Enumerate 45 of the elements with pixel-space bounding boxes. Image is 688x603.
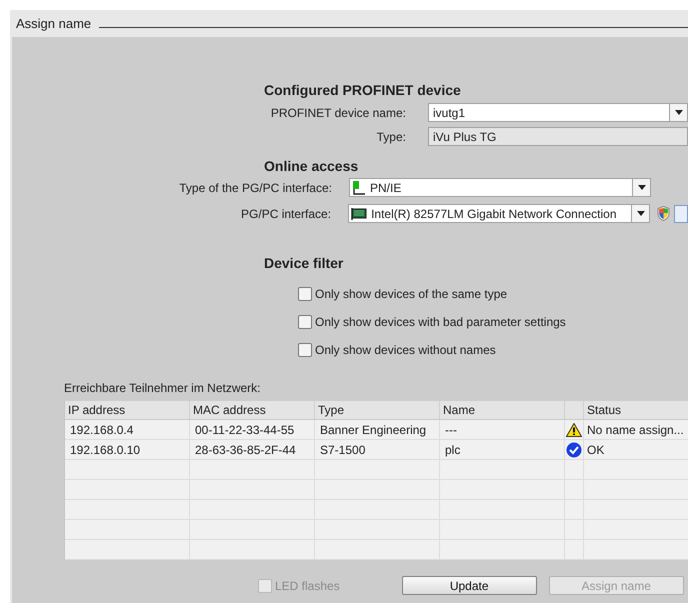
dialog-button[interactable]: Update bbox=[402, 576, 537, 595]
table-cell-text: 00-11-22-33-44-55 bbox=[195, 422, 294, 438]
table-cell-text: 192.168.0.4 bbox=[70, 422, 134, 438]
field-label: PROFINET device name: bbox=[270, 104, 406, 122]
column-header[interactable]: IP address bbox=[68, 401, 126, 419]
section-heading: Configured PROFINET device bbox=[264, 81, 462, 100]
shield-icon[interactable] bbox=[657, 206, 670, 221]
table-cell-text: 28-63-36-85-2F-44 bbox=[195, 442, 296, 458]
warning-icon bbox=[566, 422, 582, 436]
dropdown-caret-icon bbox=[638, 185, 646, 190]
diagnostics-icon[interactable] bbox=[674, 204, 688, 222]
checkbox[interactable] bbox=[298, 343, 312, 357]
field-label: Type: bbox=[376, 128, 406, 146]
section-heading: Device filter bbox=[264, 254, 344, 273]
table-cell-text: --- bbox=[445, 422, 457, 438]
dropdown-field[interactable]: Intel(R) 82577LM Gigabit Network Connection bbox=[348, 204, 650, 223]
column-header[interactable]: Status bbox=[587, 401, 622, 419]
readonly-field: iVu Plus TG bbox=[428, 127, 688, 146]
table-cell-text: Banner Engineering bbox=[320, 422, 426, 438]
dropdown-field[interactable]: PN/IE bbox=[349, 178, 651, 197]
column-header[interactable]: Name bbox=[443, 401, 476, 419]
table-cell-text: No name assign... bbox=[587, 422, 684, 438]
checkbox-label: Only show devices with bad parameter settings bbox=[315, 314, 566, 331]
table-cell-text: plc bbox=[445, 442, 460, 458]
field-label: PG/PC interface: bbox=[240, 206, 332, 222]
section-heading: Online access bbox=[264, 157, 360, 176]
table-cell-text: S7-1500 bbox=[320, 442, 366, 458]
dropdown-caret-icon bbox=[674, 110, 682, 115]
table-cell-text: 192.168.0.10 bbox=[70, 442, 140, 458]
dialog-title: Assign name bbox=[16, 14, 92, 33]
table-cell-text: OK bbox=[587, 442, 604, 458]
network-plug-icon bbox=[352, 180, 366, 194]
table-caption: Erreichbare Teilnehmer im Netzwerk: bbox=[64, 380, 262, 395]
network-card-icon bbox=[351, 206, 368, 220]
column-header[interactable]: Type bbox=[318, 401, 344, 419]
dropdown-caret-icon bbox=[636, 211, 645, 216]
column-header[interactable]: MAC address bbox=[193, 401, 266, 419]
checkbox[interactable] bbox=[298, 287, 312, 301]
dropdown-field[interactable]: ivutg1 bbox=[428, 103, 688, 122]
check-circle-icon bbox=[566, 442, 582, 458]
checkbox-label: Only show devices of the same type bbox=[315, 286, 508, 303]
checkbox[interactable] bbox=[298, 315, 312, 329]
checkbox-label: LED flashes bbox=[275, 578, 340, 594]
checkbox-label: Only show devices without names bbox=[315, 342, 496, 359]
field-label: Type of the PG/PC interface: bbox=[178, 180, 332, 196]
